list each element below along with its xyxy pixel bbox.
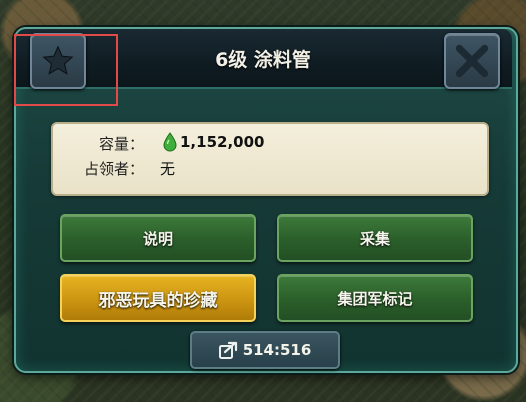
green-drop-icon <box>163 132 177 152</box>
explain-button-label: 说明 <box>142 229 173 248</box>
coordinates-label: 514:516 <box>242 341 312 359</box>
coordinates-button[interactable]: 514:516 <box>190 331 340 369</box>
close-button[interactable] <box>444 33 500 89</box>
gather-button[interactable]: 采集 <box>277 214 473 262</box>
share-icon <box>218 341 237 359</box>
treasure-button[interactable]: 邪恶玩具的珍藏 <box>60 274 256 322</box>
treasure-button-label: 邪恶玩具的珍藏 <box>98 290 218 311</box>
occupant-value: 无 <box>160 160 176 178</box>
group-mark-button[interactable]: 集团军标记 <box>277 274 473 322</box>
group-mark-button-label: 集团军标记 <box>337 289 413 308</box>
gather-button-label: 采集 <box>359 229 390 248</box>
occupant-label: 占领者： <box>83 160 144 178</box>
close-icon <box>455 44 489 78</box>
capacity-value: 1,152,000 <box>180 133 265 151</box>
highlight-annotation <box>14 34 118 106</box>
explain-button[interactable]: 说明 <box>60 214 256 262</box>
capacity-label: 容量： <box>98 135 144 153</box>
